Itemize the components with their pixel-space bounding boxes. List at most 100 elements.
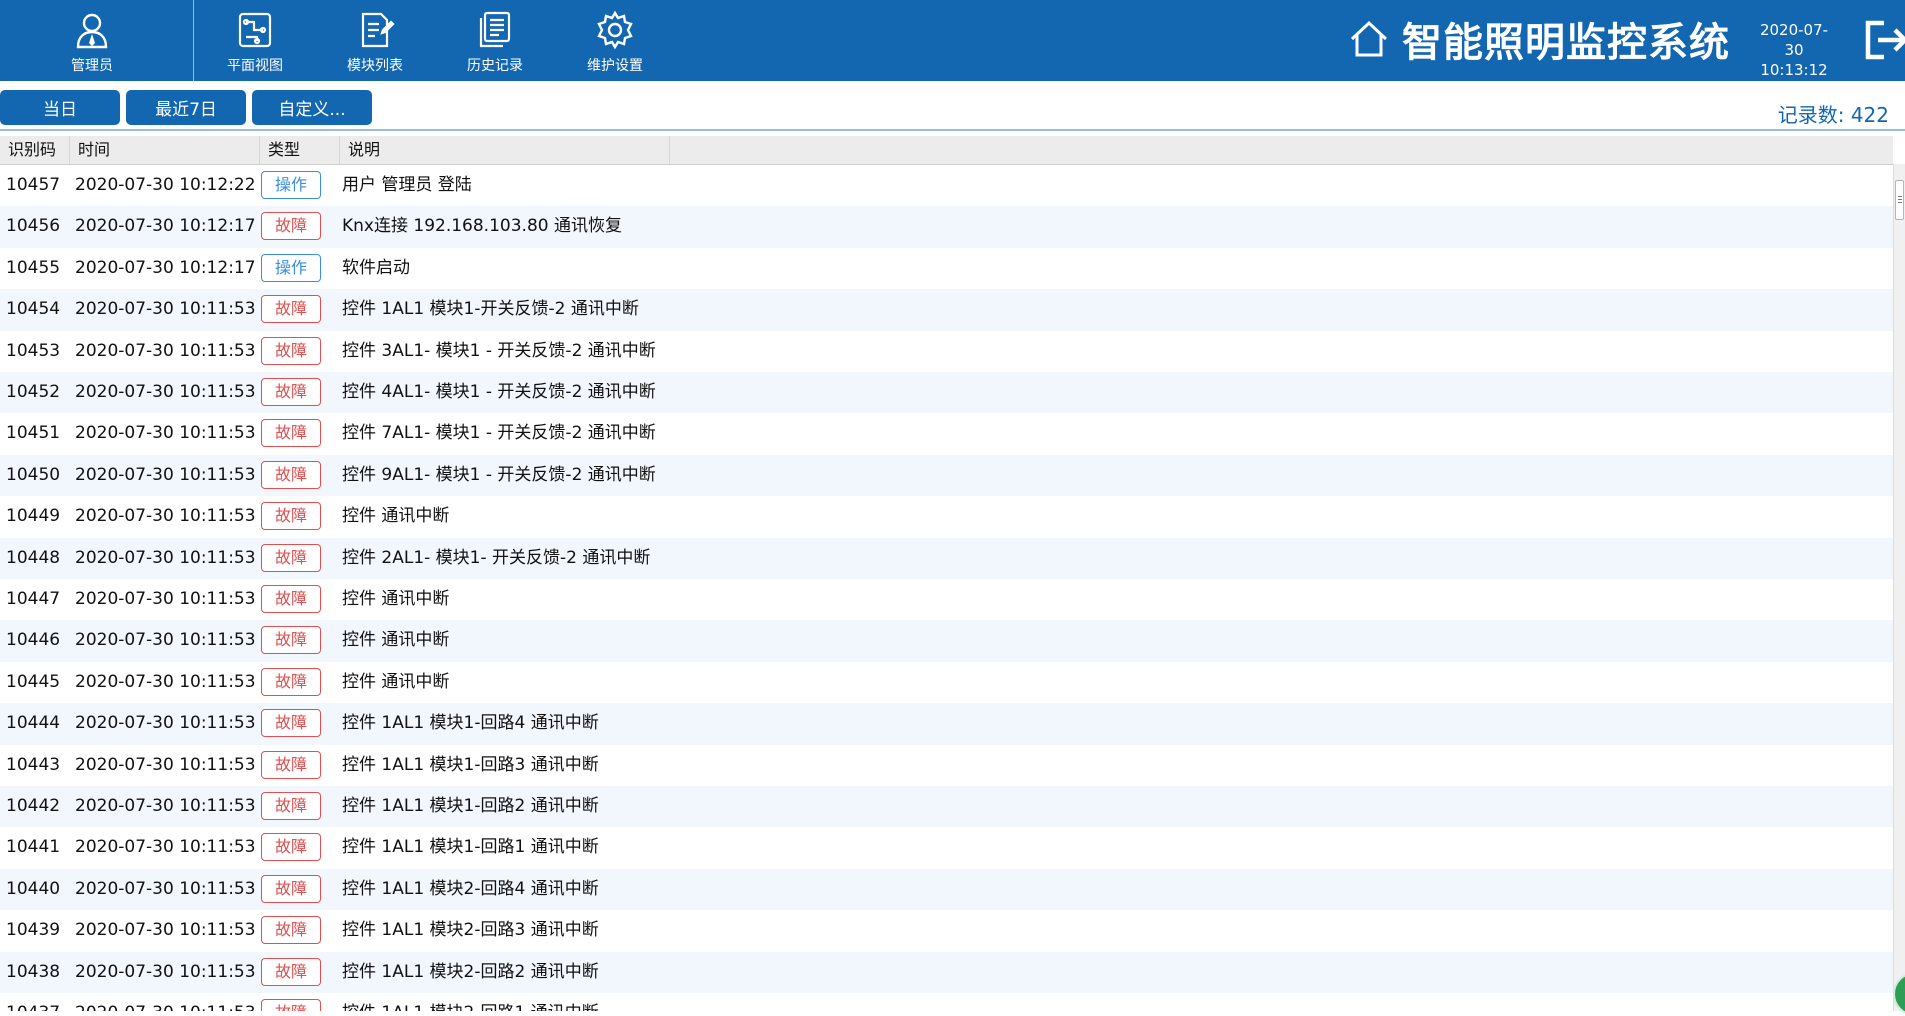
vertical-scrollbar[interactable] bbox=[1893, 164, 1905, 1011]
table-row[interactable]: 10448 2020-07-30 10:11:53 故障 控件 2AL1- 模块1- … bbox=[0, 537, 1893, 579]
row-description: 控件 通讯中断 bbox=[342, 630, 450, 651]
table-row[interactable]: 10439 2020-07-30 10:11:53 故障 控件 1AL1 模块2-回路… bbox=[0, 910, 1893, 951]
row-type-badge: 故障 bbox=[261, 543, 321, 572]
row-description: 控件 1AL1 模块1-回路3 通讯中断 bbox=[342, 754, 599, 775]
table-row[interactable]: 10449 2020-07-30 10:11:53 故障 控件 通讯中断 bbox=[0, 496, 1893, 537]
table-row[interactable]: 10443 2020-07-30 10:11:53 故障 控件 1AL1 模块1-回路… bbox=[0, 745, 1893, 786]
nav-admin-button[interactable]: 管理员 bbox=[37, 0, 147, 81]
row-type-badge: 故障 bbox=[261, 460, 321, 489]
logout-button[interactable] bbox=[1862, 18, 1905, 62]
row-type-badge: 故障 bbox=[261, 626, 321, 655]
row-id: 10453 bbox=[6, 340, 61, 361]
row-id: 10439 bbox=[6, 920, 61, 941]
table-row[interactable]: 10450 2020-07-30 10:11:53 故障 控件 9AL1- 模块1 -… bbox=[0, 454, 1893, 497]
row-id: 10449 bbox=[6, 506, 61, 527]
row-id: 10456 bbox=[6, 216, 61, 237]
top-bar: 管理员 平面视图 模块列表 历史记录 维护设置 智能照明监控系统 2020-07… bbox=[0, 0, 1905, 81]
row-time: 2020-07-30 10:11:53 bbox=[75, 299, 256, 320]
nav-module-list-button[interactable]: 模块列表 bbox=[320, 0, 430, 81]
row-id: 10457 bbox=[6, 175, 61, 195]
table-row[interactable]: 10445 2020-07-30 10:11:53 故障 控件 通讯中断 bbox=[0, 662, 1893, 703]
nav-maintenance-button[interactable]: 维护设置 bbox=[560, 0, 670, 81]
table-row[interactable]: 10437 2020-07-30 10:11:53 故障 控件 1AL1 模块2-回路… bbox=[0, 993, 1893, 1011]
nav-history-button[interactable]: 历史记录 bbox=[440, 0, 550, 81]
filter-last7-button[interactable]: 最近7日 bbox=[126, 90, 246, 125]
row-time: 2020-07-30 10:11:53 bbox=[75, 993, 256, 1011]
row-type-badge: 故障 bbox=[261, 916, 321, 945]
record-count: 记录数: 422 bbox=[1777, 103, 1889, 127]
nav-floor-plan-button[interactable]: 平面视图 bbox=[200, 0, 310, 81]
column-header-time[interactable]: 时间 bbox=[70, 136, 260, 164]
row-type-badge: 故障 bbox=[261, 295, 321, 324]
row-id: 10443 bbox=[6, 754, 61, 775]
history-icon bbox=[479, 11, 511, 48]
table-row[interactable]: 10447 2020-07-30 10:11:53 故障 控件 通讯中断 bbox=[0, 579, 1893, 620]
row-id: 10455 bbox=[6, 257, 61, 278]
row-id: 10450 bbox=[6, 464, 61, 485]
table-row[interactable]: 10454 2020-07-30 10:11:53 故障 控件 1AL1 模块1-开关… bbox=[0, 289, 1893, 331]
row-time: 2020-07-30 10:11:53 bbox=[75, 589, 256, 609]
nav-admin-label: 管理员 bbox=[71, 58, 113, 74]
row-id: 10446 bbox=[6, 630, 61, 651]
row-time: 2020-07-30 10:11:53 bbox=[75, 796, 256, 816]
row-type-badge: 操作 bbox=[261, 171, 321, 199]
row-description: 控件 3AL1- 模块1 - 开关反馈-2 通讯中断 bbox=[342, 340, 656, 361]
row-time: 2020-07-30 10:11:53 bbox=[75, 547, 256, 568]
row-time: 2020-07-30 10:12:17 bbox=[75, 257, 256, 278]
table-row[interactable]: 10453 2020-07-30 10:11:53 故障 控件 3AL1- 模块1 -… bbox=[0, 331, 1893, 372]
row-description: 控件 通讯中断 bbox=[342, 671, 450, 692]
row-description: 控件 通讯中断 bbox=[342, 589, 450, 609]
row-description: Knx连接 192.168.103.80 通讯恢复 bbox=[342, 216, 622, 237]
table-row[interactable]: 10451 2020-07-30 10:11:53 故障 控件 7AL1- 模块1 -… bbox=[0, 413, 1893, 454]
row-time: 2020-07-30 10:11:53 bbox=[75, 713, 256, 734]
row-type-badge: 故障 bbox=[261, 378, 321, 406]
row-time: 2020-07-30 10:11:53 bbox=[75, 506, 256, 527]
filter-bar: 当日 最近7日 自定义... 记录数: 422 bbox=[0, 81, 1905, 130]
row-time: 2020-07-30 10:11:53 bbox=[75, 837, 256, 858]
column-header-id[interactable]: 识别码 bbox=[0, 136, 70, 164]
table-row[interactable]: 10455 2020-07-30 10:12:17 操作 软件启动 bbox=[0, 248, 1893, 289]
row-time: 2020-07-30 10:11:53 bbox=[75, 382, 256, 402]
row-time: 2020-07-30 10:11:53 bbox=[75, 878, 256, 899]
column-header-type[interactable]: 类型 bbox=[260, 136, 340, 164]
row-id: 10444 bbox=[6, 713, 61, 734]
row-time: 2020-07-30 10:11:53 bbox=[75, 754, 256, 775]
table-row[interactable]: 10446 2020-07-30 10:11:53 故障 控件 通讯中断 bbox=[0, 620, 1893, 662]
row-description: 控件 4AL1- 模块1 - 开关反馈-2 通讯中断 bbox=[342, 382, 656, 402]
clock-time: 10:13:12 bbox=[1760, 61, 1828, 79]
nav-floor-plan-label: 平面视图 bbox=[227, 58, 283, 74]
row-description: 控件 1AL1 模块1-开关反馈-2 通讯中断 bbox=[342, 299, 639, 320]
row-type-badge: 故障 bbox=[261, 667, 321, 696]
table-row[interactable]: 10452 2020-07-30 10:11:53 故障 控件 4AL1- 模块1 -… bbox=[0, 372, 1893, 414]
table-row[interactable]: 10444 2020-07-30 10:11:53 故障 控件 1AL1 模块1-回路… bbox=[0, 703, 1893, 745]
nav-maintenance-label: 维护设置 bbox=[587, 58, 643, 74]
row-description: 控件 1AL1 模块1-回路4 通讯中断 bbox=[342, 713, 599, 734]
row-id: 10448 bbox=[6, 547, 61, 568]
floor-plan-icon bbox=[238, 12, 272, 48]
table-row[interactable]: 10457 2020-07-30 10:12:22 操作 用户 管理员 登陆 bbox=[0, 165, 1893, 206]
row-description: 用户 管理员 登陆 bbox=[342, 175, 472, 195]
filter-custom-button[interactable]: 自定义... bbox=[252, 90, 372, 125]
row-type-badge: 故障 bbox=[261, 750, 321, 779]
row-type-badge: 故障 bbox=[261, 585, 321, 613]
user-icon bbox=[76, 13, 108, 49]
table-row[interactable]: 10438 2020-07-30 10:11:53 故障 控件 1AL1 模块2-回路… bbox=[0, 951, 1893, 993]
table-row[interactable]: 10440 2020-07-30 10:11:53 故障 控件 1AL1 模块2-回路… bbox=[0, 868, 1893, 911]
filter-today-button[interactable]: 当日 bbox=[0, 90, 120, 125]
row-time: 2020-07-30 10:11:53 bbox=[75, 630, 256, 651]
row-id: 10442 bbox=[6, 796, 61, 816]
row-type-badge: 故障 bbox=[261, 502, 321, 531]
nav-module-list-label: 模块列表 bbox=[347, 58, 403, 74]
scrollbar-thumb[interactable] bbox=[1895, 180, 1904, 220]
row-time: 2020-07-30 10:11:53 bbox=[75, 671, 256, 692]
row-id: 10441 bbox=[6, 837, 61, 858]
table-row[interactable]: 10442 2020-07-30 10:11:53 故障 控件 1AL1 模块1-回路… bbox=[0, 786, 1893, 828]
app-title-text: 智能照明监控系统 bbox=[1402, 20, 1730, 66]
row-id: 10445 bbox=[6, 671, 61, 692]
table-row[interactable]: 10441 2020-07-30 10:11:53 故障 控件 1AL1 模块1-回路… bbox=[0, 827, 1893, 868]
row-time: 2020-07-30 10:12:22 bbox=[75, 175, 256, 195]
table-row[interactable]: 10456 2020-07-30 10:12:17 故障 Knx连接 192.168.… bbox=[0, 206, 1893, 248]
column-header-desc[interactable]: 说明 bbox=[340, 136, 670, 164]
table-header: 识别码 时间 类型 说明 bbox=[0, 136, 1893, 165]
row-type-badge: 故障 bbox=[261, 212, 321, 241]
